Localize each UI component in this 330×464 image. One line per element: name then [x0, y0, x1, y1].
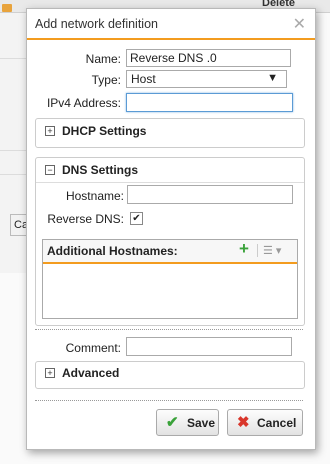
dhcp-settings-header[interactable]: + DHCP Settings	[36, 119, 304, 143]
expand-icon[interactable]: +	[45, 126, 55, 136]
separator	[35, 329, 303, 330]
name-field[interactable]	[126, 49, 291, 67]
type-select-value: Host	[131, 72, 156, 86]
ipv4-label: IPv4 Address:	[46, 96, 121, 110]
list-menu-icon[interactable]: ☰ ▾	[263, 244, 281, 257]
folder-icon	[2, 4, 12, 12]
dropdown-arrow-icon: ▼	[267, 72, 278, 84]
advanced-header[interactable]: + Advanced	[36, 362, 304, 386]
divider	[257, 244, 258, 257]
advanced-section: + Advanced	[35, 361, 305, 389]
divider	[0, 58, 26, 59]
cancel-x-icon: ✖	[237, 414, 250, 431]
dhcp-settings-title: DHCP Settings	[62, 124, 147, 138]
hostname-field[interactable]	[127, 185, 293, 204]
close-icon[interactable]: ✕	[293, 14, 306, 34]
divider	[0, 150, 26, 151]
advanced-title: Advanced	[62, 366, 120, 380]
additional-hostnames-title: Additional Hostnames:	[47, 244, 178, 258]
comment-label: Comment:	[65, 341, 121, 355]
dialog-title: Add network definition	[35, 17, 158, 31]
add-network-dialog: Add network definition ✕ Name: Type: Hos…	[26, 8, 316, 450]
type-label: Type:	[91, 73, 121, 87]
separator	[35, 400, 303, 401]
dns-settings-title: DNS Settings	[62, 163, 139, 177]
reverse-dns-label: Reverse DNS:	[47, 212, 124, 226]
additional-hostnames-header: Additional Hostnames: + ☰ ▾	[43, 239, 297, 264]
dns-settings-section: − DNS Settings Hostname: Reverse DNS: ✔ …	[35, 157, 305, 326]
hostname-label: Hostname:	[65, 189, 124, 203]
reverse-dns-checkbox[interactable]: ✔	[130, 212, 143, 225]
type-select[interactable]: Host ▼	[126, 70, 287, 88]
cancel-button[interactable]: ✖ Cancel	[227, 409, 303, 436]
collapse-icon[interactable]: −	[45, 165, 55, 175]
add-icon[interactable]: +	[239, 239, 249, 259]
dns-settings-header[interactable]: − DNS Settings	[36, 158, 304, 183]
divider	[0, 174, 26, 175]
save-button[interactable]: ✔ Save	[156, 409, 219, 436]
dhcp-settings-section: + DHCP Settings	[35, 118, 305, 148]
expand-icon[interactable]: +	[45, 368, 55, 378]
checkmark-icon: ✔	[166, 414, 179, 431]
dialog-titlebar: Add network definition ✕	[27, 9, 315, 40]
ipv4-field[interactable]	[126, 93, 293, 112]
additional-hostnames-grid: Additional Hostnames: + ☰ ▾	[42, 239, 298, 319]
name-label: Name:	[85, 52, 121, 66]
comment-field[interactable]	[126, 337, 292, 356]
